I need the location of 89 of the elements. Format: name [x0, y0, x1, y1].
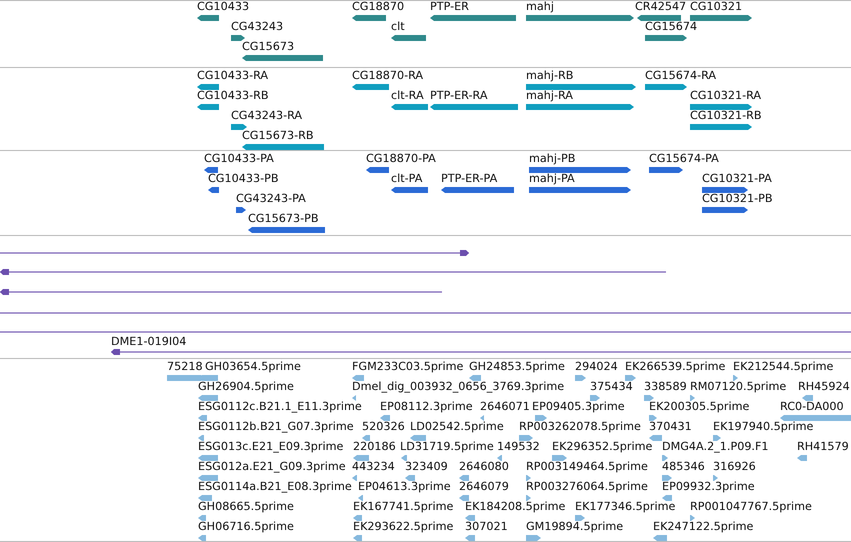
feature-label: GH03654.5prime	[205, 361, 301, 373]
feature-label: 338589	[644, 381, 687, 393]
feature-label: 485346	[662, 461, 705, 473]
feature-label: CG10321-RB	[690, 110, 762, 122]
feature-label: 443234	[352, 461, 395, 473]
feature-label: EP09932.3prime	[662, 481, 755, 493]
feature-label: LD31719.5prime	[400, 441, 494, 453]
feature-label: CG10433-PA	[204, 153, 274, 165]
feature-label: 375434	[590, 381, 633, 393]
feature-label: DMG4A.2_1.P09.F1	[662, 441, 769, 453]
feature-label: CG43243-RA	[231, 110, 302, 122]
feature-label: CG15674-RA	[645, 70, 716, 82]
feature-label: LD02542.5prime	[410, 421, 504, 433]
feature-label: PTP-ER-RA	[430, 90, 488, 102]
feature-label: RM07120.5prime	[690, 381, 786, 393]
feature-label: EK247122.5prime	[653, 521, 754, 533]
feature-label: CG10321-PA	[702, 173, 772, 185]
feature-label: CG15673-RB	[242, 130, 314, 142]
feature-label: CG18870-PA	[366, 153, 436, 165]
feature-label: EP09405.3prime	[532, 401, 625, 413]
feature-label: Dmel_dig_003932_0656_3769.3prime	[352, 381, 564, 393]
feature-label: RH45924	[798, 381, 850, 393]
feature-label: CG15673	[242, 41, 294, 53]
feature-label: GH06716.5prime	[198, 521, 294, 533]
feature-label: clt-RA	[391, 90, 424, 102]
feature-label: 2646080	[459, 461, 509, 473]
feature-label: CG10433	[197, 1, 250, 13]
feature-label: RP003262078.5prime	[519, 421, 641, 433]
feature-label: GM19894.5prime	[526, 521, 624, 533]
feature-label: EK200305.5prime	[649, 401, 750, 413]
feature-label: RP001047767.5prime	[690, 501, 812, 513]
feature-label: CG10321-PB	[702, 193, 773, 205]
feature-label: RH41579	[797, 441, 849, 453]
feature-label: CG10321-RA	[690, 90, 762, 102]
feature-label: 323409	[405, 461, 448, 473]
feature-label: GH24853.5prime	[469, 361, 565, 373]
feature-label: EK177346.5prime	[575, 501, 676, 513]
feature-label: mahj-RB	[526, 70, 574, 82]
feature-label: mahj-PA	[529, 173, 575, 185]
feature-label: PTP-ER	[430, 1, 469, 13]
feature-label: 220186	[353, 441, 396, 453]
feature-label: RP003276064.5prime	[526, 481, 648, 493]
feature-label: 75218	[167, 361, 203, 373]
feature-label: mahj-RA	[526, 90, 573, 102]
feature-label: EK184208.5prime	[465, 501, 566, 513]
feature-label: 316926	[713, 461, 756, 473]
feature-label: GH26904.5prime	[198, 381, 294, 393]
feature-label: mahj-PB	[529, 153, 576, 165]
feature-label: 2646071	[480, 401, 530, 413]
feature-label: RP003149464.5prime	[526, 461, 648, 473]
feature-label: mahj	[526, 1, 554, 13]
feature-label: ESG0112b.B21_G07.3prime	[198, 421, 354, 433]
feature-label: CG15673-PB	[248, 213, 319, 225]
feature-label: CG10321	[690, 1, 742, 13]
feature-label: ESG0114a.B21_E08.3prime	[198, 481, 352, 493]
feature-label: EK293622.5prime	[353, 521, 454, 533]
feature-label: EK197940.5prime	[713, 421, 814, 433]
feature-label: CR42547	[635, 1, 686, 13]
feature-label: CG18870	[352, 1, 404, 13]
feature-label: CG10433-PB	[208, 173, 279, 185]
feature-label: 149532	[497, 441, 540, 453]
feature-label: 370431	[649, 421, 692, 433]
feature-label: CG15674-PA	[649, 153, 719, 165]
feature-label: CG43243-PA	[236, 193, 306, 205]
feature-label: EK296352.5prime	[552, 441, 652, 453]
feature-label: clt	[391, 21, 405, 33]
feature-label: ESG0112c.B21.1_E11.3prime	[198, 401, 362, 413]
feature-label: ESG013c.E21_E09.3prime	[198, 441, 344, 453]
feature-label: PTP-ER-PA	[441, 173, 498, 185]
feature-label: CG15674	[645, 21, 698, 33]
feature-label: ESG012a.E21_G09.3prime	[198, 461, 346, 473]
feature-label: RC0-DA000	[780, 401, 844, 413]
feature-label: CG10433-RA	[197, 70, 268, 82]
feature-label: CG43243	[231, 21, 284, 33]
feature-label: 2646079	[459, 481, 509, 493]
feature-label: CG18870-RA	[352, 70, 424, 82]
feature-label: EP04613.3prime	[358, 481, 451, 493]
feature-label: 520326	[362, 421, 405, 433]
feature-label: FGM233C03.5prime	[352, 361, 464, 373]
feature-label: GH08665.5prime	[198, 501, 294, 513]
feature-label: clt-PA	[391, 173, 422, 185]
feature-label: EK266539.5prime	[625, 361, 726, 373]
feature-label: CG10433-RB	[197, 90, 269, 102]
feature-label: EP08112.3prime	[380, 401, 473, 413]
feature-label: DME1-019I04	[111, 336, 186, 348]
feature-label: EK212544.5prime	[733, 361, 834, 373]
feature-label: 294024	[575, 361, 618, 373]
feature-label: EK167741.5prime	[353, 501, 454, 513]
feature-label: 307021	[465, 521, 508, 533]
